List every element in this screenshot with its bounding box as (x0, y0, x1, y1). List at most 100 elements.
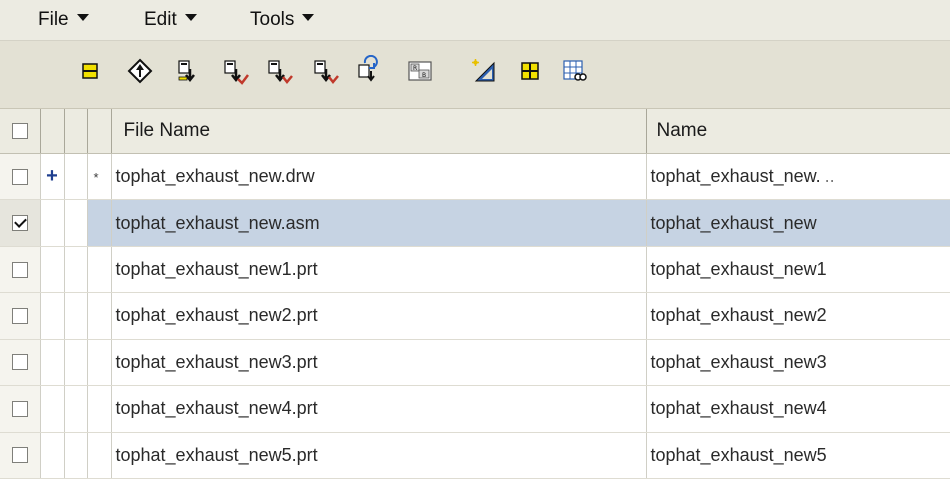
row-checkbox-cell[interactable] (0, 432, 41, 479)
update-button[interactable] (308, 55, 340, 87)
drawing-tool-icon (472, 59, 495, 82)
row-lock-cell (64, 339, 88, 387)
row-checkbox-cell[interactable] (0, 199, 41, 247)
refresh-icon (358, 55, 378, 82)
row-checkbox[interactable] (11, 307, 28, 324)
row-lock-cell (64, 199, 88, 247)
lock-column-header[interactable] (64, 109, 88, 154)
file-name-cell[interactable]: tophat_exhaust_new1.prt (111, 246, 647, 294)
table-row[interactable]: tophat_exhaust_new.asm tophat_exhaust_new (0, 199, 950, 247)
table-row[interactable]: tophat_exhaust_new5.prt tophat_exhaust_ne… (0, 432, 950, 479)
menu-file[interactable]: File (38, 0, 89, 40)
update-icon (314, 60, 339, 84)
collapse-rows-icon (82, 63, 98, 79)
check-in-button[interactable] (172, 55, 204, 87)
row-state-cell: * (87, 153, 112, 201)
row-checkbox[interactable] (11, 168, 28, 185)
find-table-button[interactable] (558, 55, 590, 87)
row-lock-cell (64, 246, 88, 294)
file-name-text: tophat_exhaust_new3.prt (115, 351, 318, 372)
add-row-icon (521, 62, 539, 80)
workspace-table: File Name Name + * tophat_exhaust_new.drw t… (0, 109, 950, 479)
rename-button[interactable]: R B (404, 55, 436, 87)
menu-bar: File Edit Tools (0, 0, 950, 41)
row-checkbox-cell[interactable] (0, 292, 41, 340)
chevron-down-icon (184, 14, 197, 22)
file-name-cell[interactable]: tophat_exhaust_new4.prt (111, 385, 647, 433)
row-status-cell (40, 432, 65, 479)
row-lock-cell (64, 292, 88, 340)
toolbar: R B (0, 41, 950, 109)
file-name-text: tophat_exhaust_new1.prt (115, 259, 318, 280)
row-state-cell (87, 339, 112, 387)
menu-tools-label: Tools (250, 9, 295, 30)
toolbar-buttons: R B (48, 49, 618, 95)
check-in-icon (178, 60, 195, 83)
status-column-header[interactable] (40, 109, 65, 154)
drawing-tool-button[interactable] (468, 55, 500, 87)
file-name-cell[interactable]: tophat_exhaust_new3.prt (111, 339, 647, 387)
name-cell[interactable]: tophat_exhaust_new1 (646, 246, 950, 294)
add-row-button[interactable] (514, 55, 546, 87)
undo-checkout-icon (268, 60, 293, 84)
menu-edit-label: Edit (144, 9, 177, 30)
table-row[interactable]: tophat_exhaust_new1.prt tophat_exhaust_ne… (0, 246, 950, 294)
row-state-cell (87, 385, 112, 433)
select-all-header[interactable] (0, 109, 41, 154)
table-row[interactable]: tophat_exhaust_new4.prt tophat_exhaust_ne… (0, 385, 950, 433)
name-cell[interactable]: tophat_exhaust_new5 (646, 432, 950, 479)
rename-icon: R B (408, 61, 432, 81)
workspace-window: File Edit Tools R B File Name Name + * t… (0, 0, 950, 479)
row-checkbox[interactable] (11, 447, 28, 464)
chevron-down-icon (302, 14, 315, 22)
new-object-star-icon: * (93, 170, 99, 186)
row-checkbox-cell[interactable] (0, 385, 41, 433)
file-name-cell[interactable]: tophat_exhaust_new.drw (111, 153, 647, 201)
name-truncation: .. (824, 166, 835, 187)
menu-edit[interactable]: Edit (144, 0, 197, 40)
table-row[interactable]: + * tophat_exhaust_new.drw tophat_exhaust_n… (0, 153, 950, 201)
state-column-header[interactable] (87, 109, 112, 154)
row-status-cell: + (40, 153, 65, 201)
row-checkbox[interactable] (11, 261, 28, 278)
file-name-cell[interactable]: tophat_exhaust_new5.prt (111, 432, 647, 479)
row-state-cell (87, 199, 112, 247)
find-table-icon (563, 60, 587, 81)
navigate-icon (127, 58, 153, 84)
undo-checkout-button[interactable] (262, 55, 294, 87)
row-checkbox[interactable] (11, 354, 28, 371)
row-checkbox-cell[interactable] (0, 153, 41, 201)
menu-tools[interactable]: Tools (250, 0, 315, 40)
navigate-button[interactable] (124, 55, 156, 87)
check-out-button[interactable] (218, 55, 250, 87)
row-status-cell (40, 385, 65, 433)
name-text: tophat_exhaust_new (650, 212, 817, 233)
row-status-cell (40, 292, 65, 340)
table-row[interactable]: tophat_exhaust_new2.prt tophat_exhaust_ne… (0, 292, 950, 340)
row-checkbox[interactable] (11, 215, 28, 232)
refresh-button[interactable] (352, 55, 384, 87)
name-cell[interactable]: tophat_exhaust_new4 (646, 385, 950, 433)
row-checkbox-cell[interactable] (0, 339, 41, 387)
row-lock-cell (64, 432, 88, 479)
row-state-cell (87, 432, 112, 479)
name-column-header[interactable]: Name (646, 109, 950, 154)
collapse-rows-button[interactable] (74, 55, 106, 87)
select-all-checkbox[interactable] (11, 123, 28, 139)
row-checkbox[interactable] (11, 400, 28, 417)
file-name-cell[interactable]: tophat_exhaust_new.asm (111, 199, 647, 247)
file-name-text: tophat_exhaust_new2.prt (115, 305, 318, 326)
row-lock-cell (64, 153, 88, 201)
name-cell[interactable]: tophat_exhaust_new... (646, 153, 950, 201)
svg-text:R: R (413, 65, 417, 72)
file-name-column-header[interactable]: File Name (111, 109, 647, 154)
table-row[interactable]: tophat_exhaust_new3.prt tophat_exhaust_ne… (0, 339, 950, 387)
name-cell[interactable]: tophat_exhaust_new3 (646, 339, 950, 387)
row-checkbox-cell[interactable] (0, 246, 41, 294)
name-cell[interactable]: tophat_exhaust_new2 (646, 292, 950, 340)
file-name-text: tophat_exhaust_new.drw (115, 166, 315, 187)
name-cell[interactable]: tophat_exhaust_new (646, 199, 950, 247)
file-name-text: tophat_exhaust_new5.prt (115, 444, 318, 465)
name-text: tophat_exhaust_new5 (650, 444, 827, 465)
file-name-cell[interactable]: tophat_exhaust_new2.prt (111, 292, 647, 340)
